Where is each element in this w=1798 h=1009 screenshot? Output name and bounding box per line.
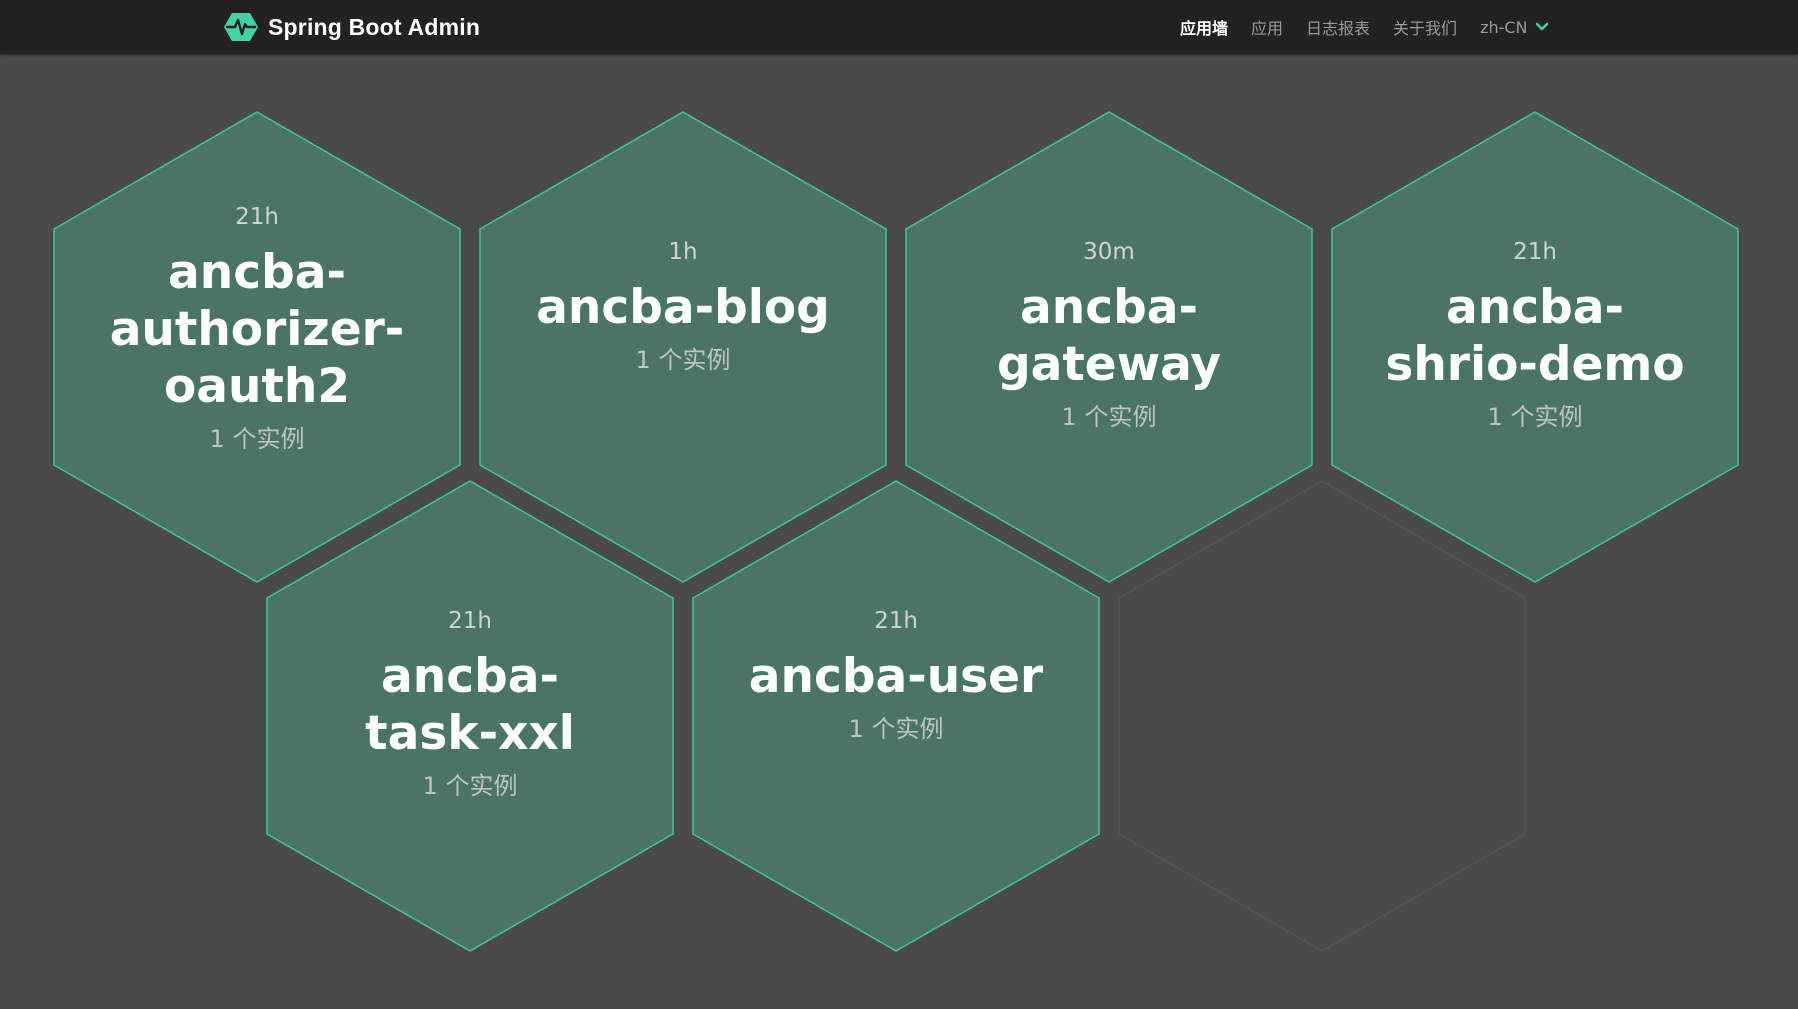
nav-item-about[interactable]: 关于我们 <box>1393 15 1457 39</box>
nav-item-wallboard[interactable]: 应用墙 <box>1180 15 1228 39</box>
app-hex-2[interactable] <box>905 111 1313 583</box>
app-hex-3[interactable] <box>1331 111 1739 583</box>
top-navbar: Spring Boot Admin 应用墙 应用 日志报表 关于我们 zh-CN <box>0 0 1798 54</box>
nav-item-journal[interactable]: 日志报表 <box>1306 15 1370 39</box>
chevron-down-icon <box>1535 22 1548 31</box>
nav-item-applications[interactable]: 应用 <box>1251 15 1283 39</box>
empty-hex-slot <box>1118 480 1526 952</box>
heartbeat-hexagon-icon <box>224 13 258 41</box>
app-hex-0[interactable] <box>53 111 461 583</box>
hex-grid <box>53 111 1739 952</box>
language-selector[interactable]: zh-CN <box>1480 18 1549 37</box>
app-hex-1[interactable] <box>479 111 887 583</box>
app-hex-5[interactable] <box>692 480 1100 952</box>
brand-link[interactable]: Spring Boot Admin <box>224 0 480 54</box>
language-label: zh-CN <box>1480 17 1528 37</box>
app-hex-4[interactable] <box>266 480 674 952</box>
nav-menu: 应用墙 应用 日志报表 关于我们 zh-CN <box>1180 0 1550 54</box>
application-wallboard: 21h ancba-authorizer-oauth2 1 个实例 1h anc… <box>0 54 1798 1009</box>
brand-title: Spring Boot Admin <box>268 13 481 40</box>
